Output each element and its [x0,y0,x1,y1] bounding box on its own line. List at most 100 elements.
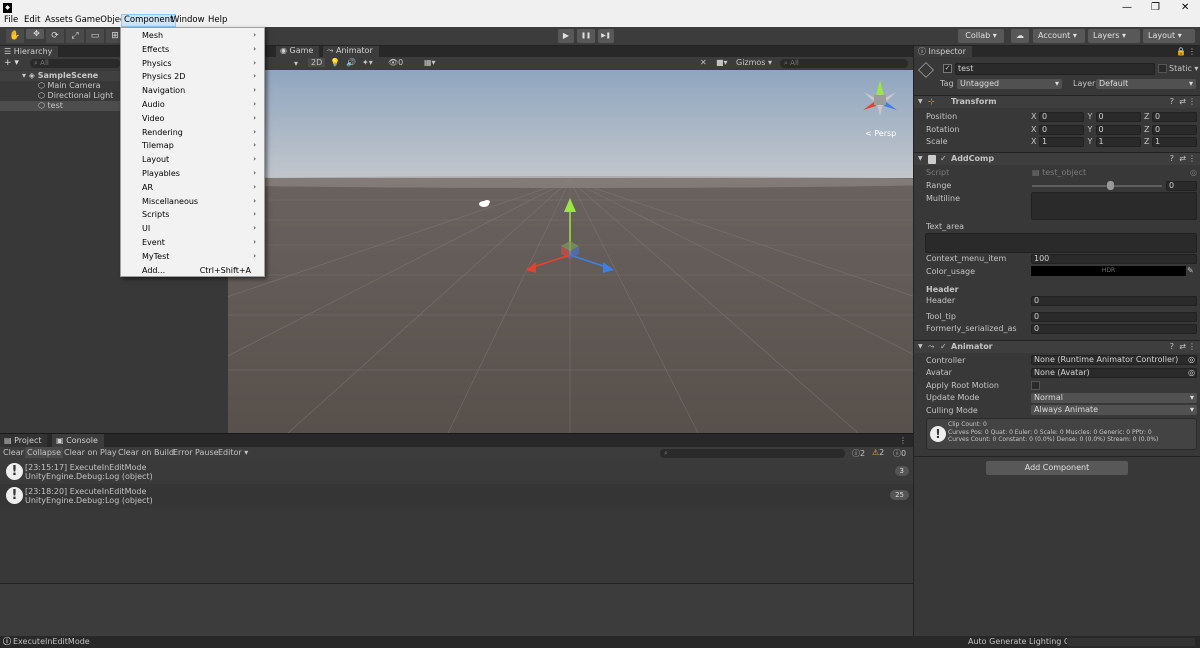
transform-header[interactable]: ▼ ⊹ Transform ? ⇄ ⋮ [914,95,1200,108]
error-count-toggle[interactable]: ⓘ0 [893,448,906,459]
component-menu-item[interactable]: Tilemap › [121,139,264,153]
static-checkbox[interactable] [1158,64,1167,73]
animator-header[interactable]: ▼ ⤳ ✓ Animator ? ⇄ ⋮ [914,340,1200,353]
multiline-textarea[interactable] [1031,192,1197,220]
step-button[interactable]: ▶❚ [598,29,614,43]
animator-enabled-checkbox[interactable]: ✓ [940,341,947,353]
tool-tip-input[interactable]: 0 [1031,312,1197,322]
component-menu-item[interactable]: Navigation › [121,84,264,98]
clear-button[interactable]: Clear [3,448,24,457]
console-search-input[interactable]: ⌕ [660,449,845,458]
audio-toggle-icon[interactable]: 🔊 [346,58,356,67]
clear-on-play-button[interactable]: Clear on Play [64,448,117,457]
component-menu-item[interactable]: Effects › [121,43,264,57]
gizmos-dropdown[interactable]: Gizmos ▾ [736,58,772,67]
component-menu-icon[interactable]: ⋮ [1188,96,1196,108]
addcomp-enabled-checkbox[interactable]: ✓ [940,153,947,165]
help-icon[interactable]: ? [1170,96,1174,108]
scene-viewport[interactable]: < Persp [228,70,913,433]
header-input[interactable]: 0 [1031,296,1197,306]
transform-rotation-y-input[interactable]: 0 [1095,124,1141,135]
tab-hierarchy[interactable]: ☰ Hierarchy [0,46,59,57]
info-count-toggle[interactable]: ⓘ2 [852,448,865,459]
pause-button[interactable]: ❚❚ [577,29,595,43]
shading-dropdown-icon[interactable]: ▾ [294,59,298,68]
update-mode-dropdown[interactable]: Normal ▾ [1031,393,1197,403]
error-pause-button[interactable]: Error Pause [173,448,219,457]
grid-dropdown-icon[interactable]: ▦▾ [424,58,436,67]
color-swatch[interactable]: HDR [1031,266,1186,276]
component-menu-item[interactable]: Miscellaneous › [121,195,264,209]
camera-icon[interactable]: ■▾ [716,58,728,67]
component-menu-icon[interactable]: ⋮ [1188,341,1196,353]
transform-position-y-input[interactable]: 0 [1095,112,1141,122]
controller-field[interactable]: None (Runtime Animator Controller) ◎ [1031,355,1197,365]
tab-animator[interactable]: ⤳ Animator [323,46,379,57]
menu-file[interactable]: File [2,14,20,27]
console-log-row[interactable]: ! [23:18:20] ExecuteInEditMode UnityEngine… [0,484,913,508]
component-menu-item[interactable]: AR › [121,181,264,195]
layout-button[interactable]: Layout ▾ [1143,29,1195,43]
component-menu-item[interactable]: Mesh › [121,29,264,43]
layer-dropdown[interactable]: Default ▾ [1096,79,1196,89]
transform-scale-x-input[interactable]: 1 [1039,137,1084,147]
status-message[interactable]: ExecuteInEditMode [13,636,90,648]
collab-button[interactable]: Collab ▾ [958,29,1004,43]
help-icon[interactable]: ? [1170,153,1174,165]
menu-edit[interactable]: Edit [22,14,42,27]
transform-rotation-z-input[interactable]: 0 [1152,124,1197,135]
layers-button[interactable]: Layers ▾ [1088,29,1140,43]
component-menu-icon[interactable]: ⋮ [1188,153,1196,165]
lighting-toggle-icon[interactable]: 💡 [330,58,340,67]
text-area-input[interactable] [925,233,1197,253]
range-value-input[interactable]: 0 [1166,181,1197,191]
active-checkbox[interactable]: ✓ [943,64,952,73]
menu-assets[interactable]: Assets [43,14,75,27]
add-component-button[interactable]: Add Component [986,461,1128,475]
rect-tool-icon[interactable]: ▭ [86,29,104,43]
preset-icon[interactable]: ⇄ [1179,153,1186,165]
component-menu-item[interactable]: Audio › [121,98,264,112]
play-button[interactable]: ▶ [558,29,574,43]
2d-toggle-button[interactable]: 2D [308,58,326,67]
scene-search-input[interactable]: ⌕ All [780,59,908,68]
effects-toggle-icon[interactable]: ✦▾ [362,58,373,67]
preset-icon[interactable]: ⇄ [1179,341,1186,353]
menu-help[interactable]: Help [206,14,229,27]
hand-tool-icon[interactable]: ✋ [6,29,24,43]
move-tool-icon[interactable]: ✥ [26,29,44,39]
component-menu-item[interactable]: Layout › [121,153,264,167]
menu-window[interactable]: Window [169,14,207,27]
component-menu-item[interactable]: Physics 2D › [121,70,264,84]
context-menu-item-input[interactable]: 100 [1031,254,1197,264]
range-slider-track[interactable] [1032,185,1162,187]
preset-icon[interactable]: ⇄ [1179,96,1186,108]
component-menu-item[interactable]: Physics › [121,57,264,71]
formerly-serialized-input[interactable]: 0 [1031,324,1197,334]
transform-scale-z-input[interactable]: 1 [1152,137,1197,147]
object-name-input[interactable]: test [955,63,1155,75]
help-icon[interactable]: ? [1170,341,1174,353]
apply-root-motion-checkbox[interactable] [1031,381,1040,390]
eyedropper-icon[interactable]: ✎ [1187,266,1194,275]
component-menu-item[interactable]: Scripts › [121,208,264,222]
maximize-icon[interactable]: ❐ [1151,2,1160,13]
component-menu-item[interactable]: MyTest › [121,250,264,264]
tools-icon[interactable]: ✕ [700,58,707,67]
tab-inspector[interactable]: ⓘ Inspector [914,46,972,57]
tab-game[interactable]: ◉ Game [276,46,320,57]
hierarchy-search-input[interactable]: ⌕ All [30,59,120,68]
component-menu-item[interactable]: Rendering › [121,126,264,140]
more-options-icon[interactable]: ⋮ [1188,46,1196,57]
component-menu-item[interactable]: Event › [121,236,264,250]
transform-position-z-input[interactable]: 0 [1152,112,1197,122]
component-menu-item[interactable]: Playables › [121,167,264,181]
rotate-tool-icon[interactable]: ⟳ [46,29,64,43]
transform-scale-y-input[interactable]: 1 [1095,137,1141,147]
tab-project[interactable]: ▤ Project [0,434,48,447]
culling-mode-dropdown[interactable]: Always Animate ▾ [1031,405,1197,415]
tag-dropdown[interactable]: Untagged ▾ [957,79,1062,89]
avatar-field[interactable]: None (Avatar) ◎ [1031,368,1197,378]
transform-position-x-input[interactable]: 0 [1039,112,1084,122]
cloud-icon[interactable]: ☁ [1011,29,1029,43]
